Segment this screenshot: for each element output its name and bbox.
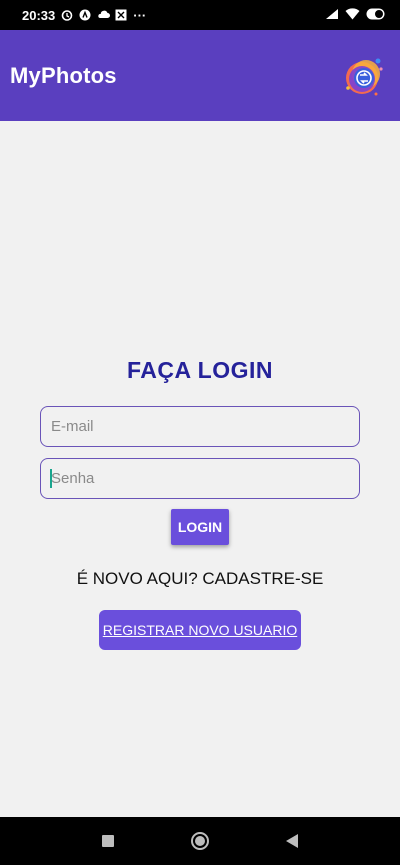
widget-icon [115, 9, 127, 21]
status-left: 20:33 ··· [22, 8, 146, 23]
home-icon[interactable] [185, 826, 215, 856]
app-bar: MyPhotos [0, 30, 400, 121]
password-field[interactable] [40, 458, 360, 499]
more-notifications: ··· [133, 7, 147, 23]
email-field[interactable] [40, 406, 360, 447]
app-logo-icon[interactable] [340, 52, 388, 100]
status-time: 20:33 [22, 7, 56, 23]
login-screen: FAÇA LOGIN LOGIN É NOVO AQUI? CADASTRE-S… [0, 121, 400, 817]
back-icon[interactable] [277, 826, 307, 856]
app-title: MyPhotos [10, 62, 117, 88]
alarm-icon [61, 9, 73, 21]
status-right [325, 7, 386, 23]
navigation-bar [0, 817, 400, 865]
cloud-icon [97, 9, 111, 21]
app-icon [79, 9, 91, 21]
register-button[interactable]: REGISTRAR NOVO USUARIO [99, 610, 301, 650]
status-bar: 20:33 ··· [0, 0, 400, 30]
battery-icon [366, 8, 386, 23]
page-title: FAÇA LOGIN [127, 357, 273, 383]
wifi-icon [345, 7, 360, 23]
signup-prompt: É NOVO AQUI? CADASTRE-SE [76, 569, 324, 588]
login-button[interactable]: LOGIN [171, 509, 229, 545]
recents-icon[interactable] [93, 826, 123, 856]
text-cursor [50, 469, 52, 488]
signal-icon [325, 8, 339, 23]
